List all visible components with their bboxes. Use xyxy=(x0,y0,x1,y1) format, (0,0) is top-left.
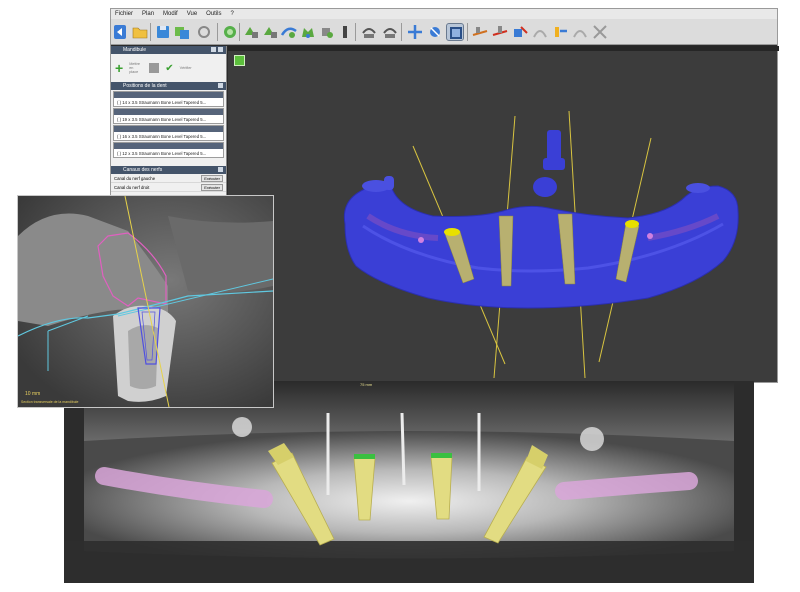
save-icon[interactable] xyxy=(154,23,172,41)
canal-label: Canal du nerf gauche xyxy=(114,175,156,181)
3d-viewport[interactable] xyxy=(228,46,779,384)
cursor-icon[interactable] xyxy=(406,23,424,41)
measure-icon[interactable] xyxy=(261,23,279,41)
ct-cross-section: 10 mm Section transversale de la mandibu… xyxy=(17,195,274,408)
implant-label: ( ) 19 x 3.5 Straumann Bone Level Tapere… xyxy=(117,116,207,122)
implant-icon[interactable] xyxy=(242,23,260,41)
open-folder-icon[interactable] xyxy=(131,23,149,41)
cut-icon[interactable] xyxy=(551,23,569,41)
crown-icon[interactable] xyxy=(299,23,317,41)
implant-item[interactable]: ( ) 19 x 3.5 Straumann Bone Level Tapere… xyxy=(113,108,224,124)
scale-label: 10 mm xyxy=(25,391,41,397)
close-icon[interactable] xyxy=(218,47,223,52)
action-bar: + Mettre en place ✔ Vérifier xyxy=(111,54,226,82)
panel-header-canals: Canaux des nerfs xyxy=(111,166,226,174)
rotate-icon[interactable] xyxy=(360,23,378,41)
menu-bar: Fichier Plan Modif Vue Outils ? xyxy=(111,9,777,19)
implant-label: ( ) 12 x 3.5 Straumann Bone Level Tapere… xyxy=(117,150,207,156)
rotate-icon[interactable] xyxy=(426,23,444,41)
panel-header-mandibule: Mandibule xyxy=(111,46,226,54)
execute-button[interactable]: Exécuter xyxy=(201,183,223,191)
menu-edit[interactable]: Modif xyxy=(163,11,178,17)
cursor-icon[interactable] xyxy=(337,23,355,41)
implant-item[interactable]: ( ) 12 x 3.5 Straumann Bone Level Tapere… xyxy=(113,142,224,158)
implant-item[interactable]: ( ) 16 x 3.5 Straumann Bone Level Tapere… xyxy=(113,125,224,141)
nerve-canal-right xyxy=(555,472,698,500)
refresh-icon[interactable] xyxy=(195,23,213,41)
implant-label: ( ) 16 x 3.5 Straumann Bone Level Tapere… xyxy=(117,133,207,139)
cut-icon[interactable] xyxy=(471,23,489,41)
layers-icon[interactable] xyxy=(173,23,191,41)
nerve-icon[interactable] xyxy=(280,23,298,41)
toolbar xyxy=(111,19,777,45)
cut-icon[interactable] xyxy=(511,23,529,41)
menu-file[interactable]: Fichier xyxy=(115,11,133,17)
3d-scene[interactable] xyxy=(228,46,779,384)
cut-icon[interactable] xyxy=(491,23,509,41)
implant-item[interactable]: ( ) 14 x 3.5 Straumann Bone Level Tapere… xyxy=(113,91,224,107)
panel-title: Positions de la dent xyxy=(123,83,167,89)
view-icon[interactable] xyxy=(446,23,464,41)
cut-icon[interactable] xyxy=(591,23,609,41)
ct-image xyxy=(18,196,273,407)
action-label-verify: Vérifier xyxy=(179,66,192,70)
action-label-place: Mettre en place xyxy=(129,62,140,74)
ct-caption: Section transversale de la mandibule xyxy=(21,400,79,404)
back-arrow-icon[interactable] xyxy=(113,23,131,41)
rotate-icon[interactable] xyxy=(571,23,589,41)
panoramic-image xyxy=(64,381,754,583)
execute-button[interactable]: Exécuter xyxy=(201,174,223,182)
view-icon[interactable] xyxy=(234,55,245,66)
add-icon[interactable]: + xyxy=(115,60,123,76)
menu-help[interactable]: ? xyxy=(231,11,234,17)
canal-label: Canal du nerf droit xyxy=(114,184,150,190)
check-icon[interactable]: ✔ xyxy=(165,63,173,74)
measurement-label: 75 mm xyxy=(360,382,373,387)
close-icon[interactable] xyxy=(218,83,223,88)
close-icon[interactable] xyxy=(218,167,223,172)
menu-plan[interactable]: Plan xyxy=(142,11,154,17)
tooth-icon[interactable] xyxy=(221,23,239,41)
panel-title: Mandibule xyxy=(123,47,147,53)
canal-row-left[interactable]: Canal du nerf gauche Exécuter xyxy=(111,174,226,183)
panoramic-xray: 75 mm xyxy=(64,381,754,583)
panel-header-positions: Positions de la dent xyxy=(111,82,226,90)
rotate-icon[interactable] xyxy=(531,23,549,41)
rotate-icon[interactable] xyxy=(381,23,399,41)
panel-title: Canaux des nerfs xyxy=(123,167,163,173)
pin-icon[interactable] xyxy=(211,47,216,52)
fixation-pin xyxy=(400,412,406,486)
tool-icon[interactable] xyxy=(149,63,160,73)
implant-label: ( ) 14 x 3.5 Straumann Bone Level Tapere… xyxy=(117,99,207,105)
crown-icon[interactable] xyxy=(318,23,336,41)
menu-tools[interactable]: Outils xyxy=(206,11,221,17)
menu-view[interactable]: Vue xyxy=(187,11,197,17)
canal-row-right[interactable]: Canal du nerf droit Exécuter xyxy=(111,183,226,192)
abutment xyxy=(533,177,557,197)
